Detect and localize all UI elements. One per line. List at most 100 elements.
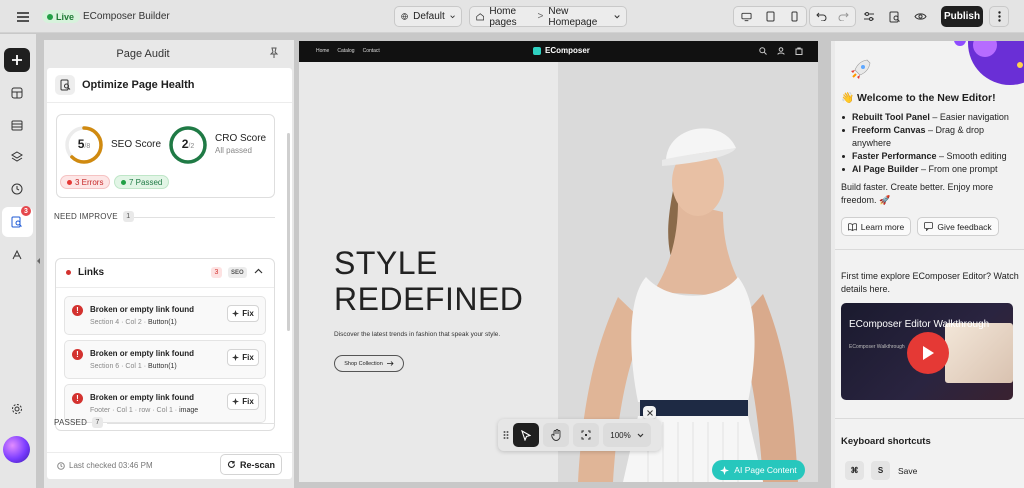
optimize-icon	[55, 75, 75, 95]
seo-score-label: SEO Score	[111, 139, 162, 150]
editor-canvas[interactable]: Home Catalog Contact EComposer STYLE REDE…	[299, 41, 818, 482]
layers-tool[interactable]	[8, 148, 26, 166]
list-item: AI Page Builder – From one prompt	[841, 163, 1021, 176]
live-status-badge: Live	[42, 10, 81, 23]
close-toolbar-button[interactable]	[643, 406, 656, 419]
hero-subtitle[interactable]: Discover the latest trends in fashion th…	[334, 331, 500, 338]
seo-tag: SEO	[228, 267, 247, 278]
page-breadcrumb-select[interactable]: Home pages > New Homepage	[469, 6, 627, 28]
links-group: Links 3 SEO ! Broken or empty link found…	[55, 258, 275, 431]
passed-chip[interactable]: 7 Passed	[114, 175, 170, 189]
cart-icon[interactable]	[795, 47, 803, 55]
undo-button[interactable]	[810, 7, 833, 26]
panel-title: Page Audit	[116, 48, 170, 60]
nav-link-home[interactable]: Home	[316, 48, 329, 54]
redo-button[interactable]	[833, 7, 856, 26]
mobile-view-button[interactable]	[782, 7, 806, 26]
seo-score-value: 5/8	[77, 137, 91, 151]
last-checked: Last checked 03:46 PM	[57, 461, 153, 470]
sparkle-icon	[232, 310, 240, 317]
fit-screen-button[interactable]	[573, 423, 599, 447]
drag-handle-icon[interactable]	[503, 430, 509, 440]
preview-button[interactable]	[909, 6, 931, 27]
settings-sliders-button[interactable]	[858, 6, 880, 27]
issue-title: Broken or empty link found	[90, 305, 195, 314]
sliders-icon	[864, 12, 874, 21]
hero-title[interactable]: STYLE REDEFINED	[334, 245, 523, 317]
sparkle-icon	[232, 354, 240, 361]
error-icon: !	[72, 305, 83, 316]
chevron-down-icon	[450, 14, 455, 18]
shop-collection-button[interactable]: Shop Collection	[334, 355, 404, 372]
rescan-button[interactable]: Re-scan	[220, 454, 282, 475]
nav-link-contact[interactable]: Contact	[363, 48, 380, 54]
pin-icon[interactable]	[268, 47, 280, 59]
divider	[835, 418, 1024, 419]
eye-icon	[913, 13, 927, 20]
nav-link-catalog[interactable]: Catalog	[337, 48, 354, 54]
chevron-down-icon	[614, 14, 620, 18]
divider	[107, 423, 275, 424]
page-audit-button[interactable]	[884, 6, 906, 27]
fix-button[interactable]: Fix	[227, 393, 259, 410]
layers-list-tool[interactable]	[8, 116, 26, 134]
site-header[interactable]: Home Catalog Contact EComposer	[299, 41, 818, 62]
rocket-icon	[851, 59, 871, 79]
hand-tool-button[interactable]	[543, 423, 569, 447]
publish-button[interactable]: Publish	[941, 6, 983, 27]
site-nav-links: Home Catalog Contact	[316, 48, 380, 54]
tablet-view-button[interactable]	[758, 7, 782, 26]
video-subtitle: EComposer Walkthrough	[849, 344, 905, 350]
errors-chip[interactable]: 3 Errors	[60, 175, 111, 189]
plus-icon	[12, 55, 22, 65]
select-tool-button[interactable]	[513, 423, 539, 447]
feedback-icon	[924, 222, 934, 231]
sections-tool[interactable]	[8, 84, 26, 102]
audit-search-icon	[11, 216, 22, 228]
divider	[835, 249, 1024, 250]
walkthrough-video[interactable]: EComposer Editor Walkthrough EComposer W…	[841, 303, 1013, 400]
divider	[56, 287, 274, 288]
app-name: EComposer Builder	[83, 11, 170, 22]
paint-icon	[12, 249, 22, 260]
left-tool-rail: 3	[0, 34, 36, 488]
panel-scrollbar[interactable]	[287, 133, 290, 331]
user-icon[interactable]	[777, 47, 785, 55]
clock-icon	[11, 183, 23, 195]
device-switcher	[733, 6, 807, 27]
mobile-icon	[791, 11, 797, 22]
links-title[interactable]: Links	[78, 267, 104, 278]
search-icon[interactable]	[759, 47, 767, 55]
chevron-up-icon[interactable]	[254, 267, 263, 276]
collapse-panel-icon[interactable]	[36, 256, 42, 266]
more-options-button[interactable]	[989, 6, 1009, 27]
undo-icon	[816, 12, 827, 21]
error-icon: !	[72, 349, 83, 360]
assistant-avatar[interactable]	[3, 436, 30, 463]
issue-path: Section 6 · Col 1 · Button(1)	[90, 363, 177, 370]
settings-tool[interactable]	[8, 400, 26, 418]
sparkle-icon	[720, 465, 730, 475]
add-element-button[interactable]	[4, 48, 30, 72]
fix-button[interactable]: Fix	[227, 305, 259, 322]
book-icon	[847, 222, 857, 231]
menu-icon[interactable]	[14, 9, 32, 25]
zoom-select[interactable]: 100%	[603, 423, 651, 447]
need-improve-heading: NEED IMPROVE 1	[54, 211, 134, 222]
play-button[interactable]	[907, 332, 949, 374]
home-icon	[476, 13, 485, 21]
top-bar: Live EComposer Builder Default Home page…	[0, 0, 1024, 33]
desktop-view-button[interactable]	[734, 7, 758, 26]
site-logo[interactable]: EComposer	[533, 46, 590, 55]
page-audit-panel: Page Audit Optimize Page Health 5/8 SEO …	[44, 40, 294, 488]
theme-tool[interactable]	[8, 246, 26, 264]
history-tool[interactable]	[8, 180, 26, 198]
learn-more-button[interactable]: Learn more	[841, 217, 911, 236]
market-select[interactable]: Default	[394, 6, 462, 27]
tagline: Build faster. Create better. Enjoy more …	[841, 182, 994, 205]
fix-button[interactable]: Fix	[227, 349, 259, 366]
divider	[134, 217, 275, 218]
video-title: EComposer Editor Walkthrough	[849, 319, 990, 330]
give-feedback-button[interactable]: Give feedback	[917, 217, 999, 236]
ai-page-content-button[interactable]: AI Page Content	[712, 460, 805, 480]
